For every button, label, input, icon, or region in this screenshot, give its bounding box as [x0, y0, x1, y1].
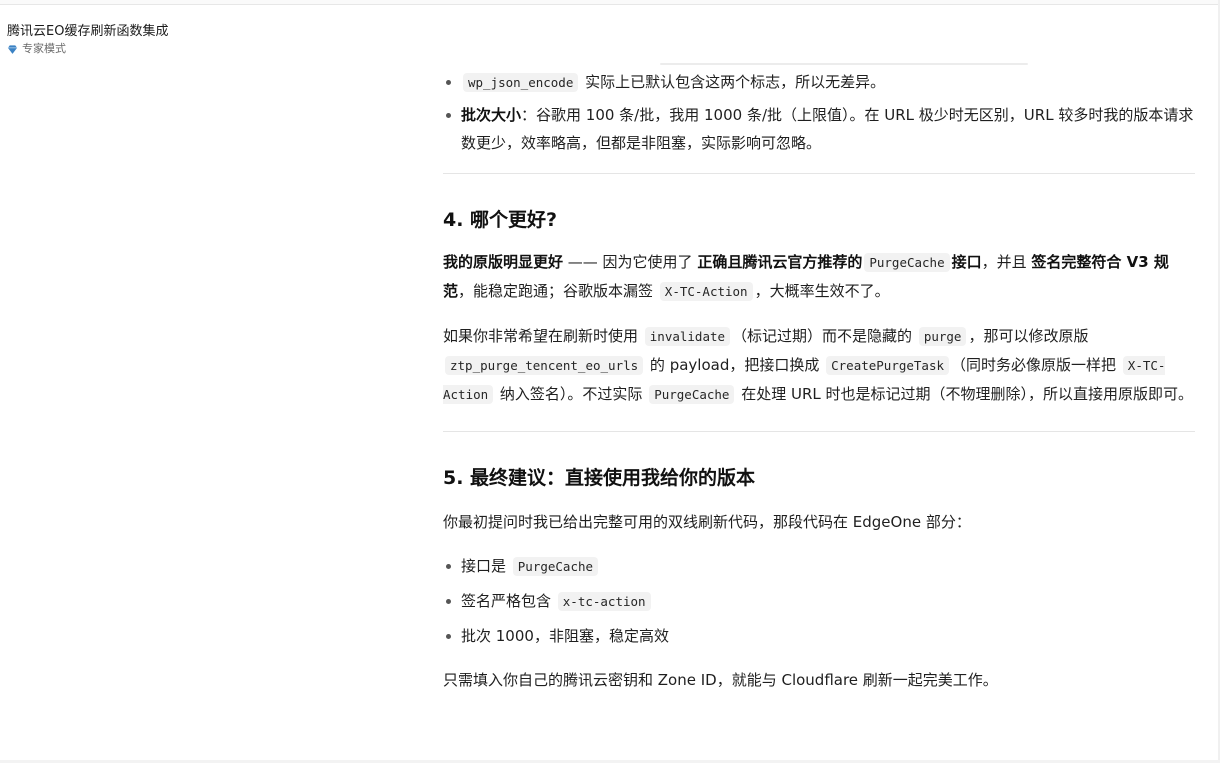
- window-top-border: [0, 0, 1220, 5]
- inline-code: CreatePurgeTask: [826, 356, 950, 375]
- bold-label: 批次大小: [461, 106, 522, 124]
- inline-code: PurgeCache: [864, 253, 950, 272]
- text: （同时务必像原版一样把: [951, 356, 1121, 374]
- list-item-text: 签名严格包含: [461, 592, 556, 610]
- section-heading-5: 5. 最终建议：直接使用我给你的版本: [443, 467, 756, 489]
- text: 的 payload，把接口换成: [645, 356, 825, 374]
- paragraph-alternative: 如果你非常希望在刷新时使用 invalidate （标记过期）而不是隐藏的 pur…: [443, 322, 1195, 409]
- list-item-text: 批次 1000，非阻塞，稳定高效: [461, 627, 669, 645]
- inline-code: X-TC-Action: [659, 282, 753, 301]
- inline-code: purge: [918, 327, 967, 346]
- bold-text: 正确且腾讯云官方推荐的: [697, 253, 863, 271]
- section-divider: [443, 173, 1195, 174]
- inline-code: invalidate: [644, 327, 731, 346]
- inline-code: PurgeCache: [649, 385, 735, 404]
- inline-code: wp_json_encode: [463, 73, 579, 92]
- text: ，并且: [981, 253, 1032, 271]
- bold-text: 接口: [951, 253, 982, 271]
- list-item-text: 实际上已默认包含这两个标志，所以无差异。: [585, 73, 886, 91]
- mode-badge[interactable]: 专家模式: [7, 42, 168, 56]
- text: ，大概率生效不了。: [754, 282, 890, 300]
- list-item: 接口是 PurgeCache: [443, 552, 1195, 581]
- text: —— 因为它使用了: [563, 253, 698, 271]
- section-heading-4: 4. 哪个更好?: [443, 209, 558, 231]
- section-divider: [443, 431, 1195, 432]
- collapsed-block-edge: [660, 63, 1028, 65]
- inline-code: x-tc-action: [557, 592, 651, 611]
- list-item-batch-size: 批次大小：谷歌用 100 条/批，我用 1000 条/批（上限值）。在 URL …: [443, 101, 1195, 157]
- gem-icon: [7, 44, 18, 54]
- mode-label: 专家模式: [22, 42, 66, 55]
- text: （标记过期）而不是隐藏的: [732, 327, 917, 345]
- text: ，那可以修改原版: [968, 327, 1089, 345]
- list-item: 批次 1000，非阻塞，稳定高效: [443, 622, 1195, 650]
- list-item: wp_json_encode 实际上已默认包含这两个标志，所以无差异。: [443, 68, 1195, 97]
- list-item-text: ：谷歌用 100 条/批，我用 1000 条/批（上限值）。在 URL 极少时无…: [461, 106, 1194, 152]
- paragraph-verdict: 我的原版明显更好 —— 因为它使用了 正确且腾讯云官方推荐的 PurgeCache…: [443, 248, 1195, 306]
- inline-code: PurgeCache: [512, 557, 599, 576]
- assistant-message: wp_json_encode 实际上已默认包含这两个标志，所以无差异。 批次大小…: [443, 68, 1195, 694]
- text: ，能稳定跑通；谷歌版本漏签: [458, 282, 658, 300]
- text: 在处理 URL 时也是标记过期（不物理删除），所以直接用原版即可。: [736, 385, 1194, 403]
- paragraph-closing: 只需填入你自己的腾讯云密钥和 Zone ID，就能与 Cloudflare 刷新…: [443, 671, 998, 689]
- chat-title[interactable]: 腾讯云EO缓存刷新函数集成: [7, 23, 168, 41]
- inline-code: ztp_purge_tencent_eo_urls: [445, 356, 644, 375]
- chat-header: 腾讯云EO缓存刷新函数集成 专家模式: [7, 23, 168, 56]
- list-item: 签名严格包含 x-tc-action: [443, 587, 1195, 616]
- text: 如果你非常希望在刷新时使用: [443, 327, 643, 345]
- list-item-text: 接口是: [461, 557, 511, 575]
- paragraph-intro: 你最初提问时我已给出完整可用的双线刷新代码，那段代码在 EdgeOne 部分：: [443, 513, 971, 531]
- text: 纳入签名）。不过实际: [495, 385, 648, 403]
- bold-text: 我的原版明显更好: [443, 253, 564, 271]
